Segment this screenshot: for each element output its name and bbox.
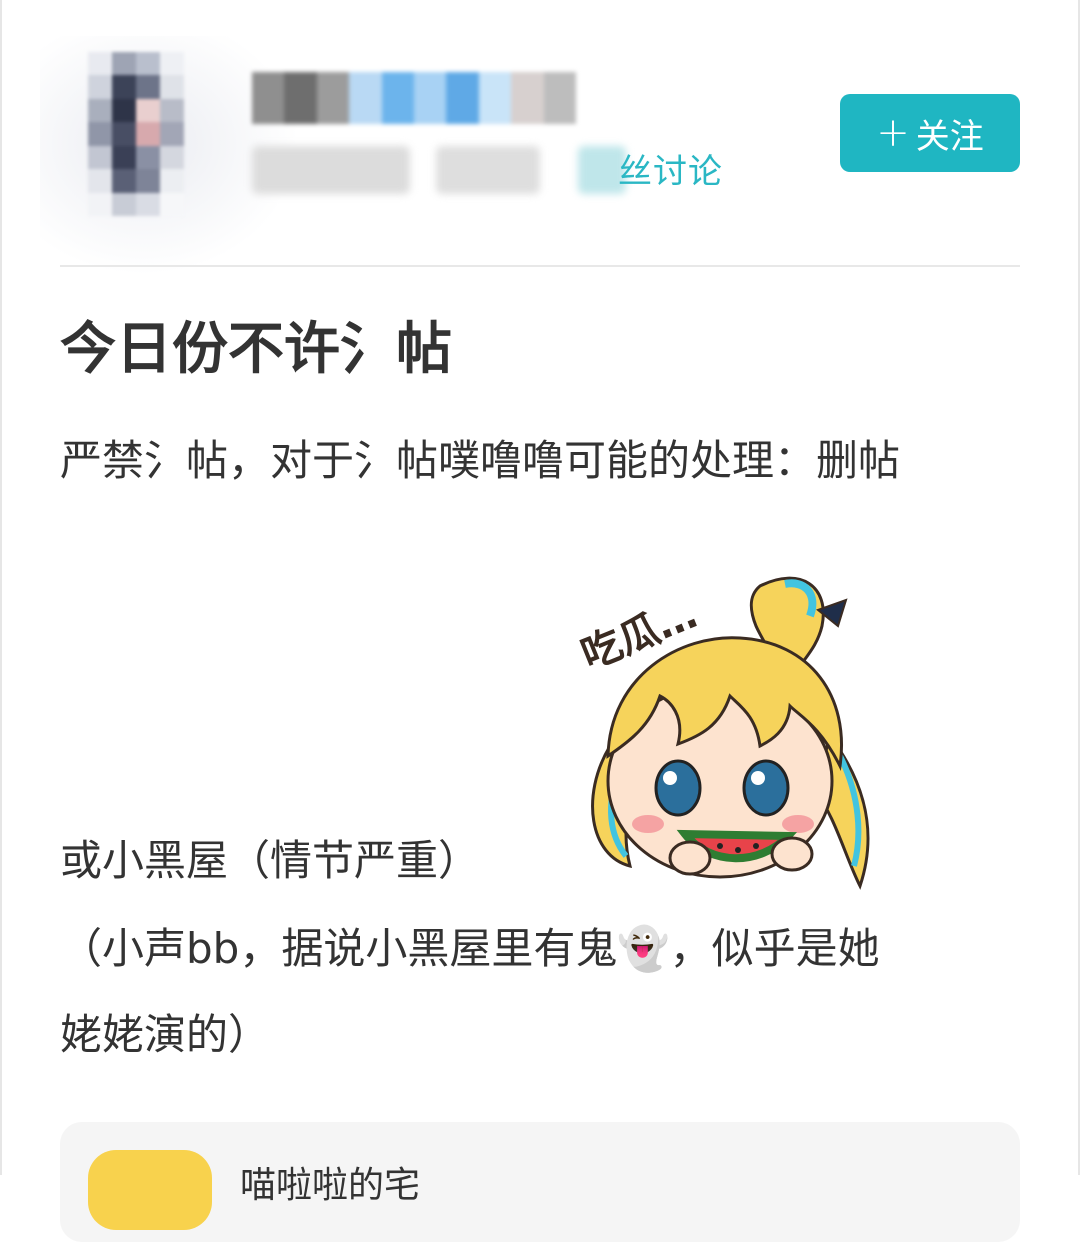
header-divider [60,265,1020,267]
watermelon-girl-sticker-icon: 吃瓜… [575,576,870,890]
post-paragraph-4: 姥姥演的） [60,1010,271,1059]
card-title: 喵啦啦的宅 [240,1165,421,1206]
post-title: 今日份不许氵帖 [60,317,452,382]
left-edge [0,0,2,1175]
related-card[interactable]: 喵啦啦的宅 [60,1122,1020,1242]
meta-redacted-2 [436,146,540,194]
fans-discussion-link[interactable]: 丝讨论 [618,148,723,196]
plus-icon: + [876,110,910,156]
post-paragraph-2: 或小黑屋（情节严重） [60,836,481,885]
meta-redacted-1 [252,146,410,194]
post-paragraph-3: （小声bb，据说小黑屋里有鬼👻，似乎是她 [60,924,880,973]
follow-button[interactable]: + 关注 [840,94,1020,172]
post-paragraph-1: 严禁氵帖，对于氵帖噗噜噜可能的处理：删帖 [60,436,901,485]
avatar[interactable] [88,52,184,216]
card-badge [88,1150,212,1230]
username-redacted[interactable] [252,72,577,124]
follow-button-label: 关注 [915,116,984,157]
